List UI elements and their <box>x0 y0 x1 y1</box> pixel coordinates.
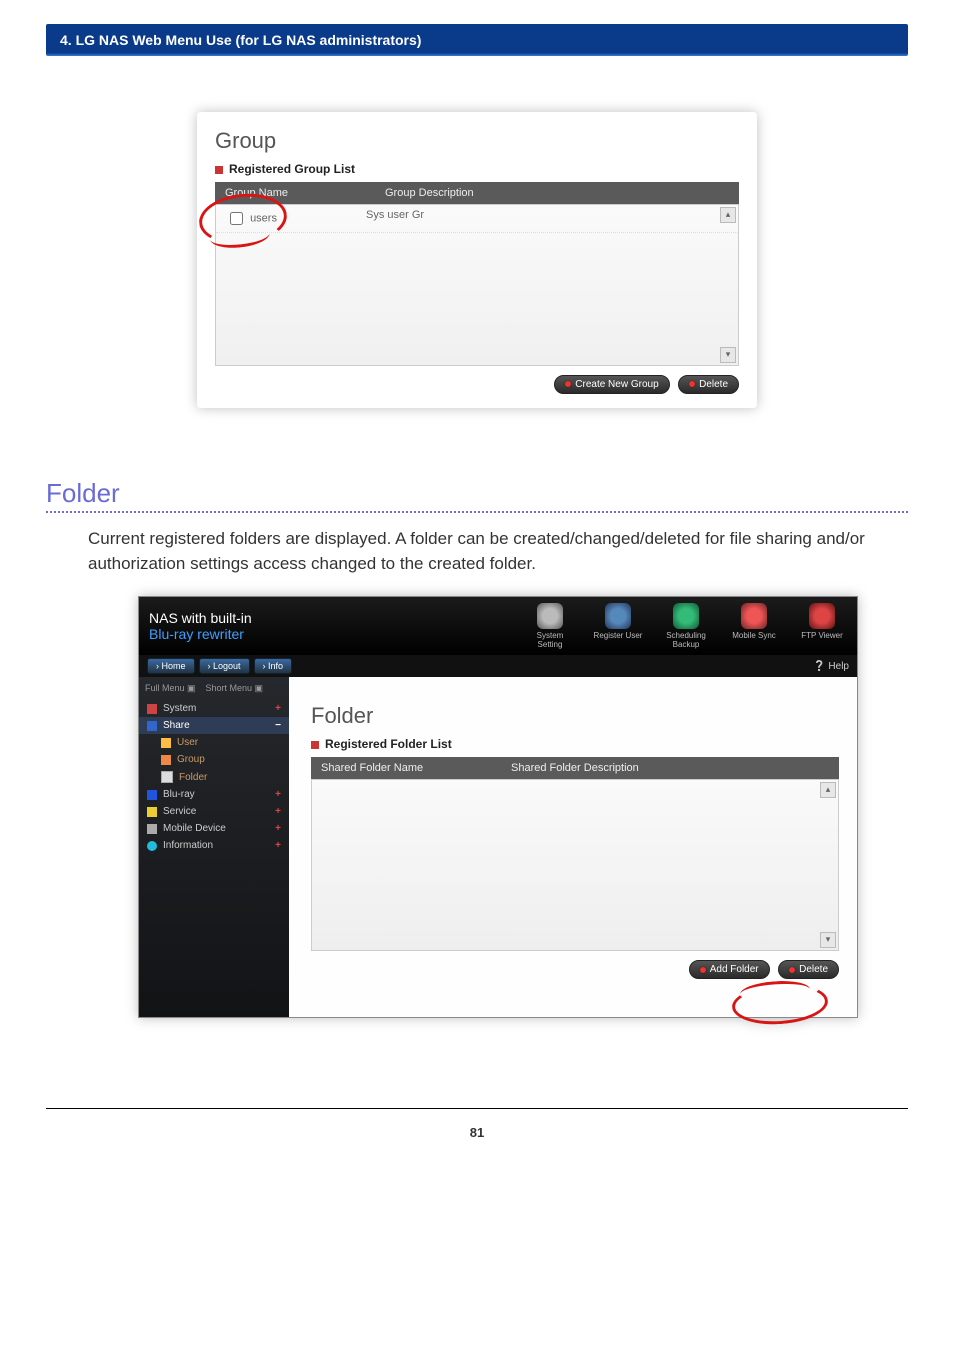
delete-folder-button[interactable]: Delete <box>778 960 839 979</box>
folder-main-panel: Folder Registered Folder List Shared Fol… <box>289 677 857 1017</box>
sidebar-item-group[interactable]: Group <box>139 751 289 768</box>
folder-table-body: ▴ ▾ <box>311 779 839 951</box>
gear-icon <box>537 603 563 629</box>
sidebar-item-mobile[interactable]: Mobile Device+ <box>139 820 289 837</box>
section-paragraph: Current registered folders are displayed… <box>88 527 908 576</box>
group-screenshot: Group Registered Group List Group Name G… <box>197 112 757 408</box>
topnav-scheduling-backup[interactable]: Scheduling Backup <box>661 603 711 649</box>
scroll-down-icon[interactable]: ▾ <box>720 347 736 363</box>
folder-table: Shared Folder Name Shared Folder Descrip… <box>311 757 839 779</box>
chip-info[interactable]: › Info <box>254 658 293 674</box>
folder-screenshot: NAS with built-in Blu-ray rewriter Syste… <box>138 596 858 1018</box>
nas-sub-bar: › Home › Logout › Info Help <box>139 655 857 677</box>
add-folder-button[interactable]: Add Folder <box>689 960 770 979</box>
group-table-body: users Sys user Gr ▴ ▾ <box>215 204 739 366</box>
chip-home[interactable]: › Home <box>147 658 195 674</box>
create-new-group-button[interactable]: Create New Group <box>554 375 669 394</box>
group-row-checkbox[interactable] <box>230 212 243 225</box>
user-sub-icon <box>161 738 171 748</box>
folder-panel-subtitle: Registered Folder List <box>311 737 839 751</box>
chapter-bar: 4. LG NAS Web Menu Use (for LG NAS admin… <box>46 24 908 56</box>
chip-logout[interactable]: › Logout <box>199 658 250 674</box>
sidebar-item-user[interactable]: User <box>139 734 289 751</box>
sidebar-item-information[interactable]: Information+ <box>139 837 289 854</box>
sidebar: Full Menu ▣ Short Menu ▣ System+ Share− … <box>139 677 289 1017</box>
sidebar-item-share[interactable]: Share− <box>139 717 289 734</box>
sidebar-item-system[interactable]: System+ <box>139 700 289 717</box>
section-heading-folder: Folder <box>46 478 908 513</box>
scroll-down-icon[interactable]: ▾ <box>820 932 836 948</box>
nas-top-bar: NAS with built-in Blu-ray rewriter Syste… <box>139 597 857 655</box>
scroll-up-icon[interactable]: ▴ <box>820 782 836 798</box>
folder-col-name: Shared Folder Name <box>311 757 501 779</box>
user-icon <box>605 603 631 629</box>
group-panel-title: Group <box>215 128 739 154</box>
ftp-icon <box>809 603 835 629</box>
sidebar-item-bluray[interactable]: Blu-ray+ <box>139 786 289 803</box>
share-icon <box>147 721 157 731</box>
system-icon <box>147 704 157 714</box>
group-row-users[interactable]: users Sys user Gr <box>216 205 738 233</box>
group-row-desc: Sys user Gr <box>366 209 728 228</box>
topnav-register-user[interactable]: Register User <box>593 603 643 649</box>
group-col-name: Group Name <box>215 182 375 204</box>
group-row-name: users <box>250 212 277 224</box>
sidebar-item-service[interactable]: Service+ <box>139 803 289 820</box>
sidebar-tab-full[interactable]: Full Menu ▣ <box>145 683 196 694</box>
mobile-icon <box>147 824 157 834</box>
folder-sub-icon <box>161 771 173 783</box>
scroll-up-icon[interactable]: ▴ <box>720 207 736 223</box>
group-table: Group Name Group Description <box>215 182 739 204</box>
sidebar-item-folder[interactable]: Folder <box>139 768 289 786</box>
service-icon <box>147 807 157 817</box>
info-icon <box>147 841 157 851</box>
group-sub-icon <box>161 755 171 765</box>
group-col-desc: Group Description <box>375 182 739 204</box>
clock-icon <box>673 603 699 629</box>
folder-panel-title: Folder <box>311 703 839 729</box>
sidebar-tab-short[interactable]: Short Menu ▣ <box>206 683 264 694</box>
help-link[interactable]: Help <box>813 661 849 672</box>
page-number: 81 <box>46 1108 908 1140</box>
topnav-mobile-sync[interactable]: Mobile Sync <box>729 603 779 649</box>
bluray-icon <box>147 790 157 800</box>
group-panel-subtitle: Registered Group List <box>215 162 739 176</box>
topnav-ftp-viewer[interactable]: FTP Viewer <box>797 603 847 649</box>
folder-col-desc: Shared Folder Description <box>501 757 839 779</box>
delete-group-button[interactable]: Delete <box>678 375 739 394</box>
sync-icon <box>741 603 767 629</box>
nas-brand: NAS with built-in Blu-ray rewriter <box>149 610 252 642</box>
topnav-system-setting[interactable]: System Setting <box>525 603 575 649</box>
